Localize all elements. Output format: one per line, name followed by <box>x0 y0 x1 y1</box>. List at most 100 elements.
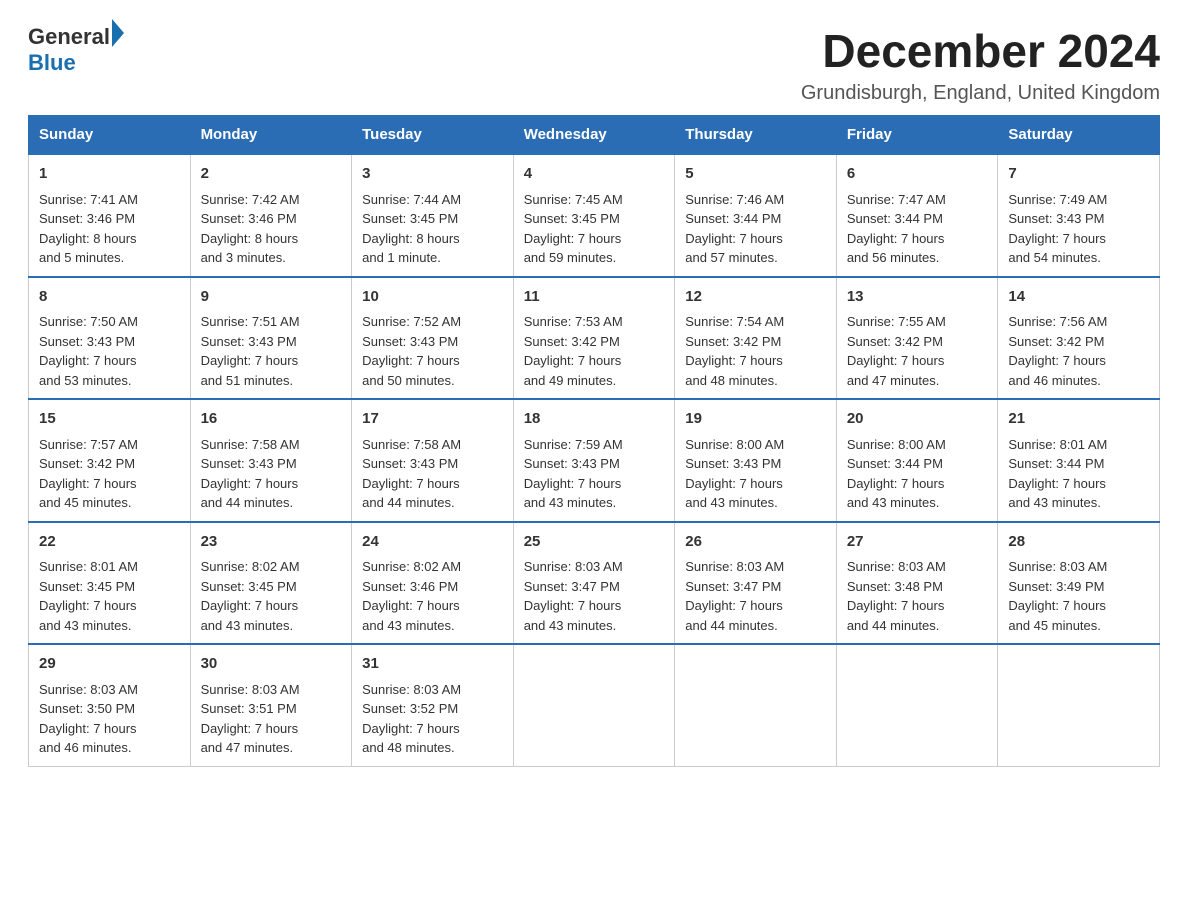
day-number: 5 <box>685 163 826 186</box>
calendar-cell: 7Sunrise: 7:49 AMSunset: 3:43 PMDaylight… <box>998 154 1160 277</box>
day-sunset: Sunset: 3:44 PM <box>1008 456 1104 471</box>
day-sunset: Sunset: 3:45 PM <box>39 579 135 594</box>
day-daylight2: and 44 minutes. <box>362 495 455 510</box>
day-sunset: Sunset: 3:46 PM <box>362 579 458 594</box>
calendar-cell: 19Sunrise: 8:00 AMSunset: 3:43 PMDayligh… <box>675 399 837 522</box>
day-sunrise: Sunrise: 7:54 AM <box>685 314 784 329</box>
day-daylight2: and 43 minutes. <box>362 618 455 633</box>
day-daylight2: and 43 minutes. <box>39 618 132 633</box>
day-number: 8 <box>39 286 180 309</box>
day-number: 9 <box>201 286 342 309</box>
day-sunrise: Sunrise: 7:57 AM <box>39 437 138 452</box>
day-daylight2: and 43 minutes. <box>1008 495 1101 510</box>
day-daylight: Daylight: 7 hours <box>524 476 622 491</box>
day-daylight: Daylight: 8 hours <box>39 231 137 246</box>
day-sunrise: Sunrise: 8:03 AM <box>201 682 300 697</box>
day-number: 6 <box>847 163 988 186</box>
calendar-cell: 9Sunrise: 7:51 AMSunset: 3:43 PMDaylight… <box>190 277 352 400</box>
day-number: 21 <box>1008 408 1149 431</box>
calendar-cell: 11Sunrise: 7:53 AMSunset: 3:42 PMDayligh… <box>513 277 675 400</box>
calendar-table: SundayMondayTuesdayWednesdayThursdayFrid… <box>28 115 1160 767</box>
day-sunset: Sunset: 3:46 PM <box>39 211 135 226</box>
calendar-cell: 26Sunrise: 8:03 AMSunset: 3:47 PMDayligh… <box>675 522 837 645</box>
day-sunrise: Sunrise: 8:03 AM <box>39 682 138 697</box>
day-sunset: Sunset: 3:48 PM <box>847 579 943 594</box>
day-sunrise: Sunrise: 7:46 AM <box>685 192 784 207</box>
day-number: 19 <box>685 408 826 431</box>
day-number: 22 <box>39 531 180 554</box>
day-number: 24 <box>362 531 503 554</box>
day-sunrise: Sunrise: 8:03 AM <box>685 559 784 574</box>
header-friday: Friday <box>836 116 998 155</box>
day-daylight: Daylight: 7 hours <box>39 721 137 736</box>
calendar-cell: 20Sunrise: 8:00 AMSunset: 3:44 PMDayligh… <box>836 399 998 522</box>
day-sunrise: Sunrise: 7:55 AM <box>847 314 946 329</box>
day-number: 26 <box>685 531 826 554</box>
day-daylight: Daylight: 7 hours <box>685 476 783 491</box>
day-daylight: Daylight: 7 hours <box>362 598 460 613</box>
day-number: 1 <box>39 163 180 186</box>
day-daylight: Daylight: 7 hours <box>362 353 460 368</box>
day-daylight2: and 44 minutes. <box>847 618 940 633</box>
calendar-cell: 22Sunrise: 8:01 AMSunset: 3:45 PMDayligh… <box>29 522 191 645</box>
day-daylight: Daylight: 7 hours <box>524 598 622 613</box>
calendar-cell: 24Sunrise: 8:02 AMSunset: 3:46 PMDayligh… <box>352 522 514 645</box>
day-daylight2: and 47 minutes. <box>847 373 940 388</box>
day-daylight: Daylight: 7 hours <box>39 476 137 491</box>
day-daylight: Daylight: 7 hours <box>524 231 622 246</box>
calendar-cell: 6Sunrise: 7:47 AMSunset: 3:44 PMDaylight… <box>836 154 998 277</box>
day-daylight: Daylight: 7 hours <box>685 353 783 368</box>
day-sunset: Sunset: 3:45 PM <box>201 579 297 594</box>
calendar-cell: 17Sunrise: 7:58 AMSunset: 3:43 PMDayligh… <box>352 399 514 522</box>
day-number: 11 <box>524 286 665 309</box>
day-daylight2: and 47 minutes. <box>201 740 294 755</box>
day-daylight2: and 1 minute. <box>362 250 441 265</box>
calendar-row-5: 29 Sunrise: 8:03 AM Sunset: 3:50 PM Dayligh… <box>29 644 1160 766</box>
calendar-row-1: 1Sunrise: 7:41 AMSunset: 3:46 PMDaylight… <box>29 154 1160 277</box>
day-daylight: Daylight: 7 hours <box>847 231 945 246</box>
calendar-cell: 14Sunrise: 7:56 AMSunset: 3:42 PMDayligh… <box>998 277 1160 400</box>
day-daylight: Daylight: 7 hours <box>847 476 945 491</box>
day-number: 23 <box>201 531 342 554</box>
day-daylight: Daylight: 7 hours <box>685 598 783 613</box>
day-sunset: Sunset: 3:43 PM <box>524 456 620 471</box>
day-daylight2: and 43 minutes. <box>201 618 294 633</box>
calendar-cell: 12Sunrise: 7:54 AMSunset: 3:42 PMDayligh… <box>675 277 837 400</box>
day-sunset: Sunset: 3:43 PM <box>685 456 781 471</box>
day-daylight2: and 43 minutes. <box>524 495 617 510</box>
day-number: 15 <box>39 408 180 431</box>
day-sunrise: Sunrise: 7:59 AM <box>524 437 623 452</box>
calendar-cell: 23Sunrise: 8:02 AMSunset: 3:45 PMDayligh… <box>190 522 352 645</box>
calendar-cell: 27Sunrise: 8:03 AMSunset: 3:48 PMDayligh… <box>836 522 998 645</box>
day-daylight2: and 43 minutes. <box>524 618 617 633</box>
day-daylight2: and 44 minutes. <box>201 495 294 510</box>
day-sunrise: Sunrise: 7:51 AM <box>201 314 300 329</box>
calendar-title: December 2024 <box>801 24 1160 78</box>
header-thursday: Thursday <box>675 116 837 155</box>
calendar-cell: 2Sunrise: 7:42 AMSunset: 3:46 PMDaylight… <box>190 154 352 277</box>
day-number: 17 <box>362 408 503 431</box>
day-daylight2: and 3 minutes. <box>201 250 286 265</box>
day-sunset: Sunset: 3:45 PM <box>362 211 458 226</box>
day-number: 29 <box>39 653 180 676</box>
day-daylight2: and 45 minutes. <box>39 495 132 510</box>
day-sunrise: Sunrise: 8:03 AM <box>1008 559 1107 574</box>
day-sunset: Sunset: 3:44 PM <box>847 456 943 471</box>
header-monday: Monday <box>190 116 352 155</box>
day-daylight2: and 51 minutes. <box>201 373 294 388</box>
logo-blue-text: Blue <box>28 50 76 76</box>
calendar-cell <box>675 644 837 766</box>
calendar-cell: 30Sunrise: 8:03 AMSunset: 3:51 PMDayligh… <box>190 644 352 766</box>
day-sunrise: Sunrise: 7:44 AM <box>362 192 461 207</box>
day-daylight: Daylight: 7 hours <box>39 598 137 613</box>
day-sunrise: Sunrise: 8:01 AM <box>1008 437 1107 452</box>
day-number: 25 <box>524 531 665 554</box>
day-daylight: Daylight: 7 hours <box>1008 231 1106 246</box>
header-saturday: Saturday <box>998 116 1160 155</box>
day-sunrise: Sunrise: 7:45 AM <box>524 192 623 207</box>
day-number: 28 <box>1008 531 1149 554</box>
day-sunset: Sunset: 3:51 PM <box>201 701 297 716</box>
day-sunset: Sunset: 3:50 PM <box>39 701 135 716</box>
day-daylight: Daylight: 7 hours <box>524 353 622 368</box>
calendar-cell: 25Sunrise: 8:03 AMSunset: 3:47 PMDayligh… <box>513 522 675 645</box>
